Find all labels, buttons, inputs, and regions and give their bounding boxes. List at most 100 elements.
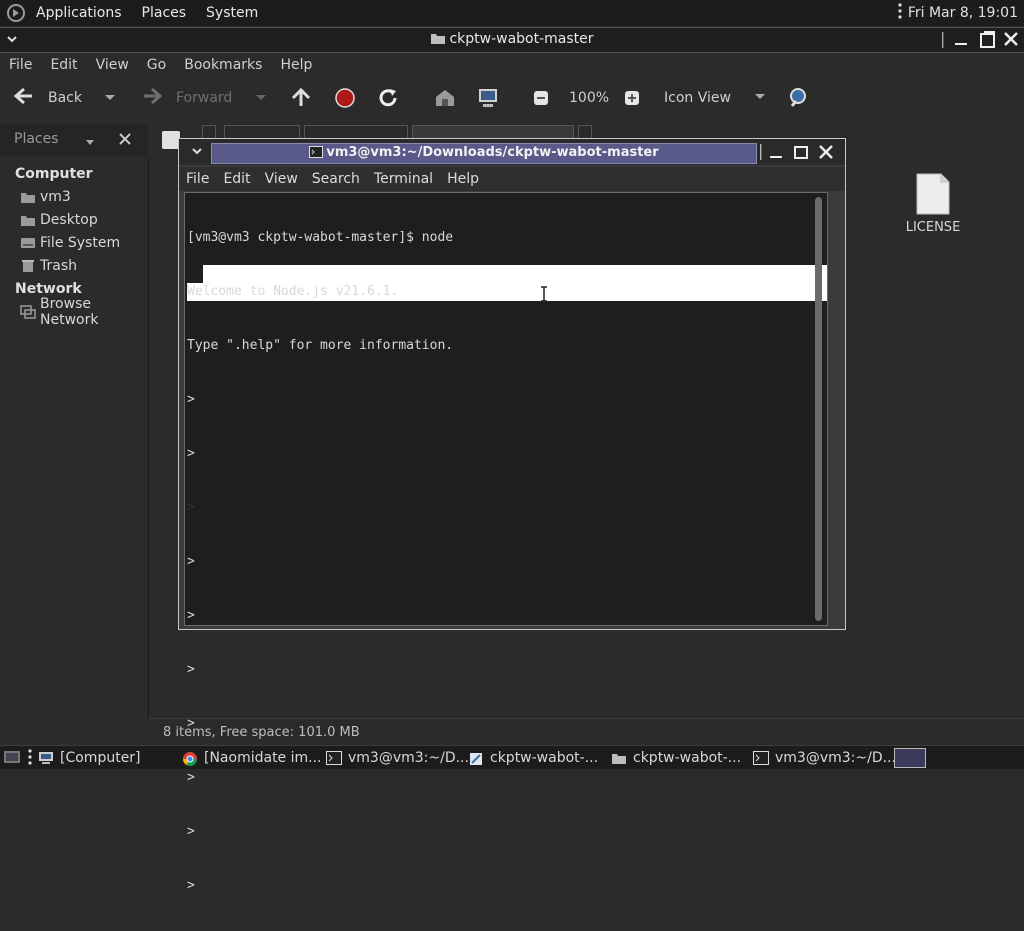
menu-help[interactable]: Help [271, 57, 321, 73]
sidebar-item-vm3[interactable]: vm3 [20, 187, 71, 207]
back-label: Back [48, 90, 82, 106]
terminal-scrollbar[interactable] [815, 197, 822, 621]
sidebar-item-browse-network[interactable]: Browse Network [20, 296, 148, 328]
terminal-separator-icon: | [758, 141, 764, 160]
taskbar-kebab-icon[interactable] [28, 749, 32, 769]
terminal-window-menu-icon[interactable] [191, 145, 203, 163]
terminal-line: > [187, 770, 195, 785]
terminal-menu-help[interactable]: Help [440, 171, 486, 187]
terminal-menu-search[interactable]: Search [305, 171, 367, 187]
clock-text[interactable]: Fri Mar 8, 19:01 [908, 5, 1018, 21]
task-file-manager[interactable]: ckptw-wabot-... [611, 746, 741, 769]
system-menu[interactable]: System [196, 5, 268, 21]
task-label: [Naomidate im... [204, 749, 322, 766]
close-sidebar-icon[interactable] [119, 133, 131, 149]
back-button[interactable]: Back [12, 78, 82, 118]
search-icon[interactable] [787, 78, 811, 118]
view-mode-label: Icon View [664, 90, 731, 106]
terminal-maximize-icon[interactable] [793, 141, 809, 166]
file-item-label: LICENSE [905, 220, 961, 235]
terminal-line: > [187, 716, 195, 731]
kebab-icon[interactable] [898, 3, 902, 23]
zoom-out-icon[interactable] [533, 78, 549, 118]
terminal-titlebar[interactable]: vm3@vm3:~/Downloads/ckptw-wabot-master | [179, 139, 845, 165]
task-terminal-1[interactable]: vm3@vm3:~/D... [326, 746, 469, 769]
sidebar-item-label: Trash [40, 258, 77, 274]
terminal-screen[interactable]: [vm3@vm3 ckptw-wabot-master]$ node Welco… [184, 192, 828, 893]
network-icon [20, 305, 36, 319]
menu-file[interactable]: File [0, 57, 41, 73]
terminal-menu-file[interactable]: File [179, 171, 216, 187]
task-label: vm3@vm3:~/D... [348, 749, 469, 766]
terminal-line: > [187, 446, 195, 461]
file-item[interactable]: LICENSE [901, 172, 965, 235]
sidebar-item-file-system[interactable]: File System [20, 233, 120, 253]
menu-go[interactable]: Go [138, 57, 175, 73]
places-menu[interactable]: Places [132, 5, 197, 21]
menu-bookmarks[interactable]: Bookmarks [175, 57, 271, 73]
terminal-line: > [187, 392, 195, 407]
forward-label: Forward [176, 90, 233, 106]
terminal-line: > [187, 500, 195, 515]
sidebar-heading-computer: Computer [15, 166, 93, 182]
places-header: Places [0, 124, 148, 156]
back-dropdown-icon[interactable] [104, 78, 116, 118]
up-icon[interactable] [290, 78, 312, 118]
forward-dropdown-icon[interactable] [255, 78, 267, 118]
home-icon[interactable] [434, 78, 456, 118]
menu-edit[interactable]: Edit [41, 57, 86, 73]
view-mode-select[interactable]: Icon View [654, 78, 774, 118]
desktop-folder-icon [20, 213, 36, 227]
computer-icon [38, 751, 54, 765]
menu-view[interactable]: View [87, 57, 138, 73]
places-selector[interactable]: Places [14, 131, 59, 147]
terminal-line: > [187, 608, 195, 623]
task-label: ckptw-wabot-... [490, 749, 599, 766]
minimize-icon[interactable] [953, 29, 969, 54]
editor-icon [468, 751, 484, 765]
stop-icon[interactable] [334, 78, 356, 118]
computer-icon[interactable] [477, 78, 499, 118]
document-icon [914, 172, 952, 216]
terminal-line: > [187, 878, 195, 893]
file-manager-titlebar[interactable]: ckptw-wabot-master | [0, 27, 1024, 53]
sidebar-heading-network: Network [15, 281, 82, 297]
places-dropdown-icon[interactable] [85, 135, 95, 151]
terminal-close-icon[interactable] [818, 141, 834, 166]
task-label: vm3@vm3:~/D... [775, 749, 896, 766]
zoom-level: 100% [569, 90, 610, 106]
task-editor[interactable]: ckptw-wabot-... [468, 746, 598, 769]
file-manager-toolbar: Back Forward 100% Icon View [0, 78, 1024, 118]
clock-area[interactable]: Fri Mar 8, 19:01 [898, 0, 1018, 26]
terminal-menu-view[interactable]: View [258, 171, 305, 187]
resize-handle-icon: | [940, 29, 946, 48]
applications-menu[interactable]: Applications [26, 5, 132, 21]
task-browser[interactable]: [Naomidate im... [182, 746, 322, 769]
workspace-switcher[interactable] [894, 748, 926, 768]
terminal-app-icon [309, 145, 324, 164]
sidebar-item-trash[interactable]: Trash [20, 256, 77, 276]
close-icon[interactable] [1003, 29, 1019, 54]
terminal-title: vm3@vm3:~/Downloads/ckptw-wabot-master [211, 143, 757, 162]
terminal-menu-terminal[interactable]: Terminal [367, 171, 440, 187]
terminal-icon [326, 750, 342, 765]
terminal-minimize-icon[interactable] [769, 141, 783, 166]
terminal-line: Welcome to Node.js v21.6.1. [187, 284, 399, 299]
back-arrow-icon [12, 86, 36, 110]
forward-arrow-icon [140, 86, 164, 110]
terminal-line: Type ".help" for more information. [187, 338, 454, 353]
zoom-in-icon[interactable] [624, 78, 640, 118]
sidebar-item-label: Browse Network [40, 296, 99, 328]
task-terminal-2[interactable]: vm3@vm3:~/D... [753, 746, 896, 769]
maximize-icon[interactable] [979, 29, 997, 54]
show-desktop-icon[interactable] [3, 750, 21, 768]
forward-button[interactable]: Forward [140, 78, 232, 118]
folder-icon [611, 751, 627, 765]
task-computer[interactable]: [Computer] [38, 746, 141, 769]
places-sidebar: Computer vm3 Desktop File System Trash N… [0, 158, 149, 718]
gnome-foot-icon[interactable] [6, 3, 26, 23]
terminal-window[interactable]: vm3@vm3:~/Downloads/ckptw-wabot-master |… [178, 138, 846, 893]
reload-icon[interactable] [377, 78, 399, 118]
sidebar-item-desktop[interactable]: Desktop [20, 210, 98, 230]
terminal-menu-edit[interactable]: Edit [216, 171, 257, 187]
